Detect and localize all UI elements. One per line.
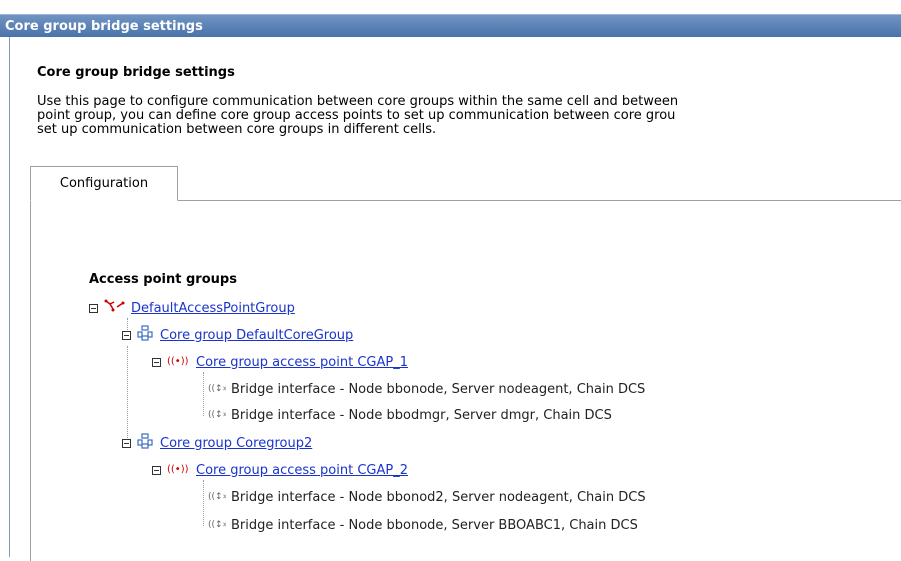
bridge-interface-icon: ((↕» [208,517,228,533]
link-core-group-default[interactable]: Core group DefaultCoreGroup [160,328,353,343]
collapse-icon[interactable] [122,330,131,340]
tree-guide-line [203,480,204,526]
tree-node-bridge-interface: ((↕» Bridge interface - Node bbodmgr, Se… [208,406,612,424]
description-line: Use this page to configure communication… [37,95,679,109]
link-access-point-cgap1[interactable]: Core group access point CGAP_1 [196,355,408,370]
access-point-icon: ((•)) [167,462,191,478]
access-point-icon: ((•)) [167,354,191,370]
tree-node-access-point: ((•)) Core group access point CGAP_2 [152,461,408,479]
link-core-group-coregroup2[interactable]: Core group Coregroup2 [160,436,312,451]
access-point-group-icon [104,299,126,317]
collapse-icon[interactable] [122,438,131,448]
tab-label: Configuration [59,176,149,191]
svg-text:((↕»: ((↕» [208,410,226,419]
core-group-icon [137,433,155,453]
tree-node-bridge-interface: ((↕» Bridge interface - Node bbonode, Se… [208,380,645,398]
core-group-icon [137,325,155,345]
tree-guide-line [203,372,204,416]
tree-node-bridge-interface: ((↕» Bridge interface - Node bbonod2, Se… [208,488,646,506]
description-line: point group, you can define core group a… [37,108,676,123]
tree-node-apg: DefaultAccessPointGroup [89,299,295,317]
tree-node-access-point: ((•)) Core group access point CGAP_1 [152,353,408,371]
tree-guide-line [127,346,128,438]
bridge-interface-label: Bridge interface - Node bbonod2, Server … [231,489,646,505]
access-point-groups-title: Access point groups [89,272,237,287]
page-title: Core group bridge settings [37,65,235,80]
bridge-interface-label: Bridge interface - Node bbodmgr, Server … [231,407,612,423]
svg-text:((•)): ((•)) [167,356,189,366]
tab-configuration[interactable]: Configuration [30,166,178,201]
window-title-bar: Core group bridge settings [0,14,901,37]
collapse-icon[interactable] [89,303,98,313]
bridge-interface-icon: ((↕» [208,407,228,423]
bridge-interface-label: Bridge interface - Node bbonode, Server … [231,517,638,533]
svg-text:((↕»: ((↕» [208,384,226,393]
svg-text:((↕»: ((↕» [208,520,226,529]
collapse-icon[interactable] [152,465,161,475]
collapse-icon[interactable] [152,357,161,367]
svg-text:((↕»: ((↕» [208,492,226,501]
tree-node-core-group: Core group DefaultCoreGroup [122,325,353,345]
window-title: Core group bridge settings [5,19,203,34]
tree-node-bridge-interface: ((↕» Bridge interface - Node bbonode, Se… [208,516,638,534]
svg-text:((•)): ((•)) [167,464,189,474]
description-line: set up communication between core groups… [37,122,437,137]
link-access-point-cgap2[interactable]: Core group access point CGAP_2 [196,463,408,478]
page-description: Use this page to configure communication… [37,95,901,137]
link-default-access-point-group[interactable]: DefaultAccessPointGroup [131,301,295,316]
bridge-interface-icon: ((↕» [208,489,228,505]
bridge-interface-icon: ((↕» [208,381,228,397]
tree-node-core-group: Core group Coregroup2 [122,433,312,453]
bridge-interface-label: Bridge interface - Node bbonode, Server … [231,381,646,397]
